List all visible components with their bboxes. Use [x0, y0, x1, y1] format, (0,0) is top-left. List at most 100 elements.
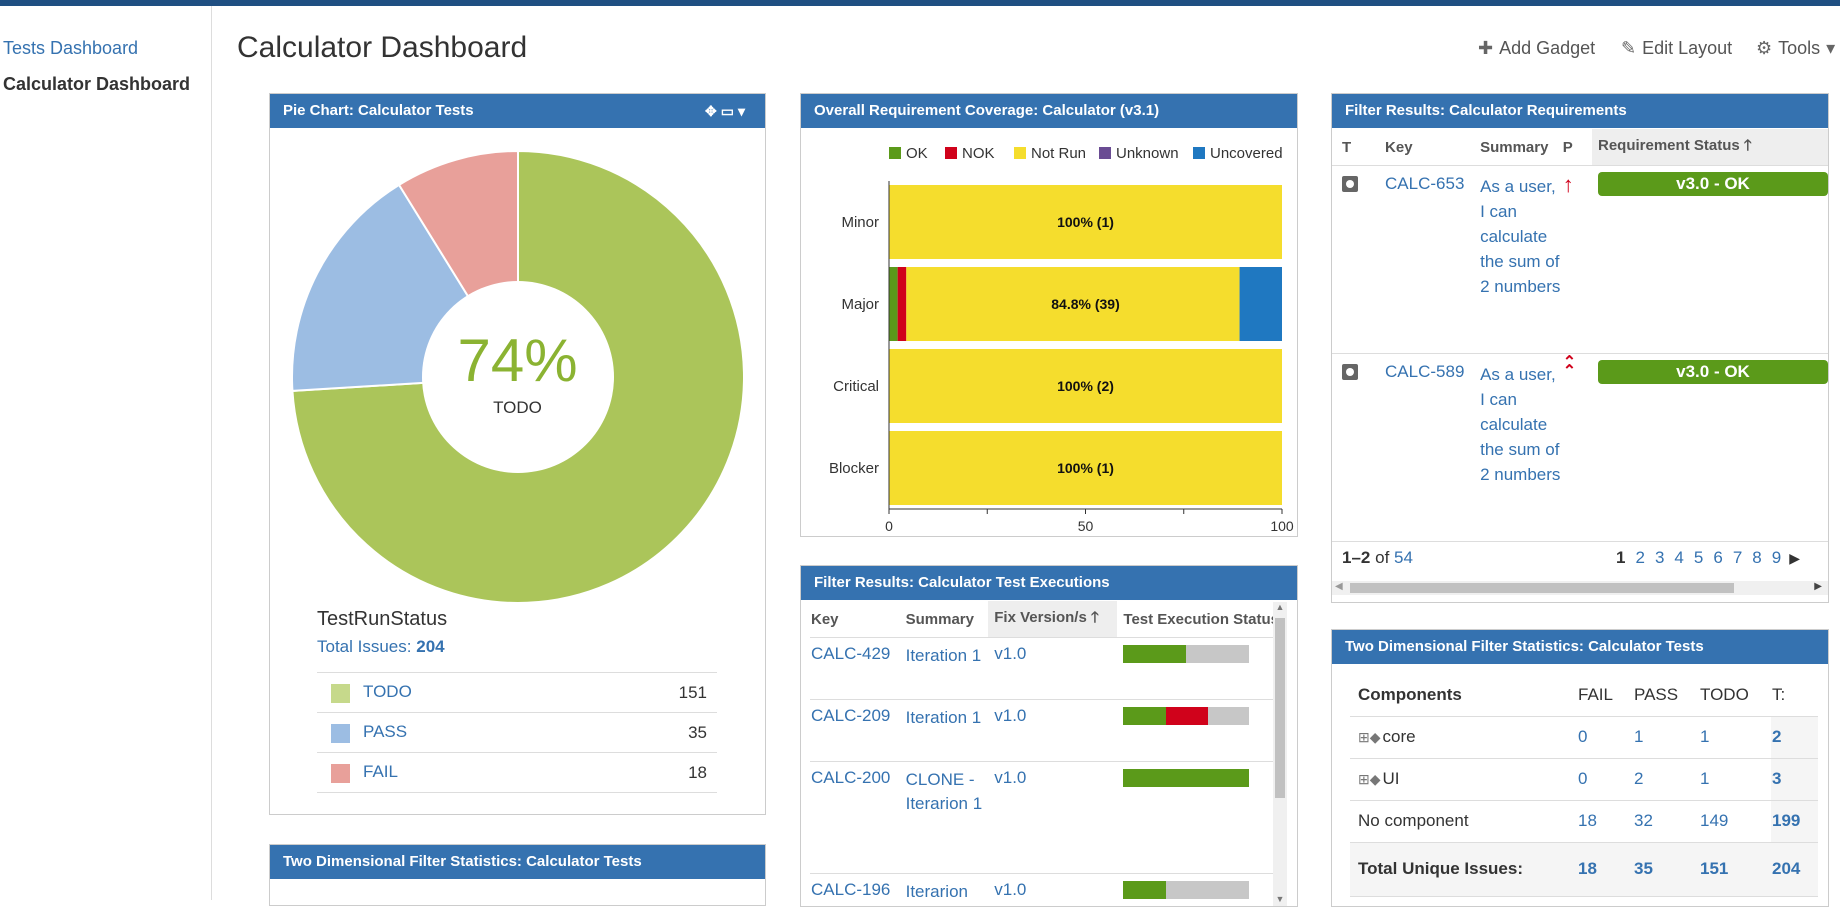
bar-major-nok[interactable] [898, 267, 907, 341]
page-title: Calculator Dashboard [237, 31, 527, 65]
bar-major-uncovered[interactable] [1240, 267, 1282, 341]
total-count-link[interactable]: 2 [1772, 727, 1781, 746]
pass-count-link[interactable]: 2 [1634, 769, 1643, 788]
page-link-7[interactable]: 7 [1733, 548, 1742, 567]
component-icon: ⊞◆ [1358, 771, 1381, 787]
pagination: 1–2 of 54 123456789▶ [1342, 548, 1818, 568]
col-key[interactable]: Key [810, 601, 905, 638]
sidebar-item-tests-dashboard[interactable]: Tests Dashboard [3, 38, 138, 59]
status-segment-pass [1123, 707, 1166, 725]
page-link-8[interactable]: 8 [1752, 548, 1761, 567]
table-row: ⊞◆core 0 1 1 2 [1350, 716, 1818, 758]
summary-link[interactable]: Iteration 1 [906, 708, 982, 727]
total-todo-link[interactable]: 151 [1700, 859, 1728, 878]
pass-count-link[interactable]: 1 [1634, 727, 1643, 746]
next-page-icon[interactable]: ▶ [1789, 550, 1800, 566]
gadget-title: Overall Requirement Coverage: Calculator… [814, 102, 1159, 119]
horizontal-scrollbar[interactable]: ◀ ▶ [1332, 581, 1828, 595]
summary-link[interactable]: As a user, I can calculate the sum of 2 … [1480, 177, 1560, 296]
scroll-up-arrow[interactable]: ▲ [1273, 602, 1287, 612]
col-test-execution-status[interactable]: Test Execution Status [1117, 601, 1280, 638]
status-segment-pass [1123, 769, 1249, 787]
sidebar: Tests Dashboard Calculator Dashboard [0, 6, 212, 900]
total-all-link[interactable]: 204 [1772, 859, 1800, 878]
scrollbar-thumb[interactable] [1350, 583, 1734, 593]
issue-key-link[interactable]: CALC-196 [811, 880, 890, 899]
bar-value-label: 100% (1) [1057, 460, 1114, 476]
bar-value-label: 100% (1) [1057, 214, 1114, 230]
page-link-3[interactable]: 3 [1655, 548, 1664, 567]
scroll-down-arrow[interactable]: ▼ [1273, 894, 1287, 904]
page-link-5[interactable]: 5 [1694, 548, 1703, 567]
move-icon[interactable]: ✥ [705, 103, 721, 119]
col-pass: PASS [1633, 674, 1699, 716]
edit-layout-button[interactable]: ✎ Edit Layout [1621, 38, 1732, 59]
add-gadget-button[interactable]: ✚ Add Gadget [1478, 38, 1595, 59]
col-type[interactable]: T [1332, 129, 1375, 166]
col-summary[interactable]: Summary [1479, 129, 1562, 166]
component-label: UI [1383, 769, 1400, 788]
todo-count-link[interactable]: 149 [1700, 811, 1728, 830]
total-pass-link[interactable]: 35 [1634, 859, 1653, 878]
scrollbar-thumb[interactable] [1275, 618, 1285, 798]
summary-link[interactable]: Iterarion [906, 882, 968, 901]
legend-row-fail: FAIL 18 [317, 753, 717, 793]
fail-count-link[interactable]: 18 [1578, 811, 1597, 830]
scroll-right-arrow[interactable]: ▶ [1814, 581, 1822, 592]
summary-link[interactable]: CLONE - Iterarion 1 [906, 770, 983, 813]
issue-key-link[interactable]: CALC-589 [1385, 362, 1464, 381]
issue-key-link[interactable]: CALC-200 [811, 768, 890, 787]
bar-major-ok[interactable] [889, 267, 898, 341]
col-priority[interactable]: P [1562, 129, 1592, 166]
page-link-1[interactable]: 1 [1616, 548, 1625, 567]
col-fix-version[interactable]: Fix Version/s 🡑 [988, 601, 1117, 638]
col-fail: FAIL [1577, 674, 1633, 716]
page-link-6[interactable]: 6 [1713, 548, 1722, 567]
page-link-9[interactable]: 9 [1772, 548, 1781, 567]
total-count-link[interactable]: 3 [1772, 769, 1781, 788]
legend-label-pass[interactable]: PASS [363, 722, 407, 741]
legend-label-todo[interactable]: TODO [363, 682, 412, 701]
col-key[interactable]: Key [1375, 129, 1479, 166]
maximize-icon[interactable]: ▭ [721, 103, 738, 119]
table-row: CALC-200 CLONE - Iterarion 1 v1.0 [810, 762, 1280, 874]
pass-count-link[interactable]: 32 [1634, 811, 1653, 830]
issue-key-link[interactable]: CALC-209 [811, 706, 890, 725]
total-row-label: Total Unique Issues: [1350, 842, 1577, 896]
summary-link[interactable]: Iteration 1 [906, 646, 982, 665]
fail-count-link[interactable]: 0 [1578, 769, 1587, 788]
sidebar-item-calculator-dashboard[interactable]: Calculator Dashboard [3, 74, 190, 95]
page-link-4[interactable]: 4 [1674, 548, 1683, 567]
summary-link[interactable]: As a user, I can calculate the sum of 2 … [1480, 365, 1560, 484]
col-summary[interactable]: Summary [905, 601, 989, 638]
pie-chart-gadget: Pie Chart: Calculator Tests ✥▭▾ 74% TODO… [269, 93, 766, 815]
total-fail-link[interactable]: 18 [1578, 859, 1597, 878]
vertical-scrollbar[interactable]: ▲ ▼ [1273, 602, 1287, 906]
fix-version-link[interactable]: v1.0 [994, 706, 1026, 725]
gear-icon: ⚙ [1756, 38, 1772, 59]
legend-count-pass: 35 [600, 713, 717, 753]
result-total-link[interactable]: 54 [1394, 548, 1413, 567]
todo-count-link[interactable]: 1 [1700, 769, 1709, 788]
fix-version-link[interactable]: v1.0 [994, 768, 1026, 787]
total-issues-value[interactable]: 204 [416, 637, 444, 656]
menu-dropdown-icon[interactable]: ▾ [738, 103, 749, 119]
page-link-2[interactable]: 2 [1635, 548, 1644, 567]
fix-version-link[interactable]: v1.0 [994, 644, 1026, 663]
total-issues-label: Total Issues: [317, 637, 412, 656]
scroll-left-arrow[interactable]: ◀ [1335, 581, 1343, 592]
fail-count-link[interactable]: 0 [1578, 727, 1587, 746]
gadget-title: Pie Chart: Calculator Tests [283, 102, 474, 119]
legend-label-fail[interactable]: FAIL [363, 762, 398, 781]
tools-menu-button[interactable]: ⚙ Tools ▾ [1756, 38, 1835, 59]
fix-version-link[interactable]: v1.0 [994, 880, 1026, 899]
gadget-header: Two Dimensional Filter Statistics: Calcu… [270, 845, 765, 879]
legend-row-pass: PASS 35 [317, 713, 717, 753]
x-tick-label: 0 [885, 518, 893, 534]
total-count-link[interactable]: 199 [1772, 811, 1800, 830]
result-of: of [1375, 548, 1389, 567]
col-requirement-status[interactable]: Requirement Status 🡑 [1592, 129, 1828, 166]
issue-key-link[interactable]: CALC-429 [811, 644, 890, 663]
issue-key-link[interactable]: CALC-653 [1385, 174, 1464, 193]
todo-count-link[interactable]: 1 [1700, 727, 1709, 746]
